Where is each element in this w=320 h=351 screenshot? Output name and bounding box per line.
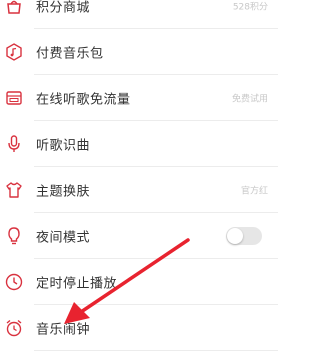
menu-item-label: 音乐闹钟 <box>36 322 91 338</box>
current-theme-text: 官方红 <box>240 186 268 197</box>
tshirt-icon <box>4 180 24 200</box>
menu-item-sleep-timer[interactable]: 定时停止播放 <box>0 259 278 305</box>
menu-item-night-mode[interactable]: 夜间模式 <box>0 213 278 259</box>
free-trial-text: 免费试用 <box>231 94 268 105</box>
menu-item-music-alarm[interactable]: 音乐闹钟 <box>0 305 278 351</box>
alarm-clock-icon <box>4 318 24 338</box>
menu-item-label: 听歌识曲 <box>36 138 91 154</box>
store-icon <box>4 0 24 16</box>
menu-item-label: 定时停止播放 <box>36 276 118 292</box>
microphone-icon <box>4 134 24 154</box>
points-balance: 528积分 <box>232 2 268 13</box>
menu-item-theme-skin[interactable]: 主题换肤 官方红 <box>0 167 278 213</box>
menu-item-label: 积分商城 <box>36 0 91 16</box>
menu-item-song-recognition[interactable]: 听歌识曲 <box>0 121 278 167</box>
menu-item-label: 付费音乐包 <box>36 46 104 62</box>
menu-item-points-mall[interactable]: 积分商城 528积分 <box>0 0 278 29</box>
menu-item-data-free-listening[interactable]: 在线听歌免流量 免费试用 <box>0 75 278 121</box>
settings-menu: 积分商城 528积分 付费音乐包 在线听歌免流量 免费试用 听歌识曲 主题换肤 … <box>0 0 278 351</box>
lightbulb-icon <box>4 226 24 246</box>
menu-item-label: 在线听歌免流量 <box>36 92 131 108</box>
menu-item-paid-music-package[interactable]: 付费音乐包 <box>0 29 278 75</box>
toggle-knob <box>227 228 243 244</box>
music-package-icon <box>4 42 24 62</box>
clock-icon <box>4 272 24 292</box>
data-free-icon <box>4 88 24 108</box>
night-mode-toggle[interactable] <box>226 227 262 245</box>
menu-item-label: 主题换肤 <box>36 184 91 200</box>
menu-item-label: 夜间模式 <box>36 230 91 246</box>
